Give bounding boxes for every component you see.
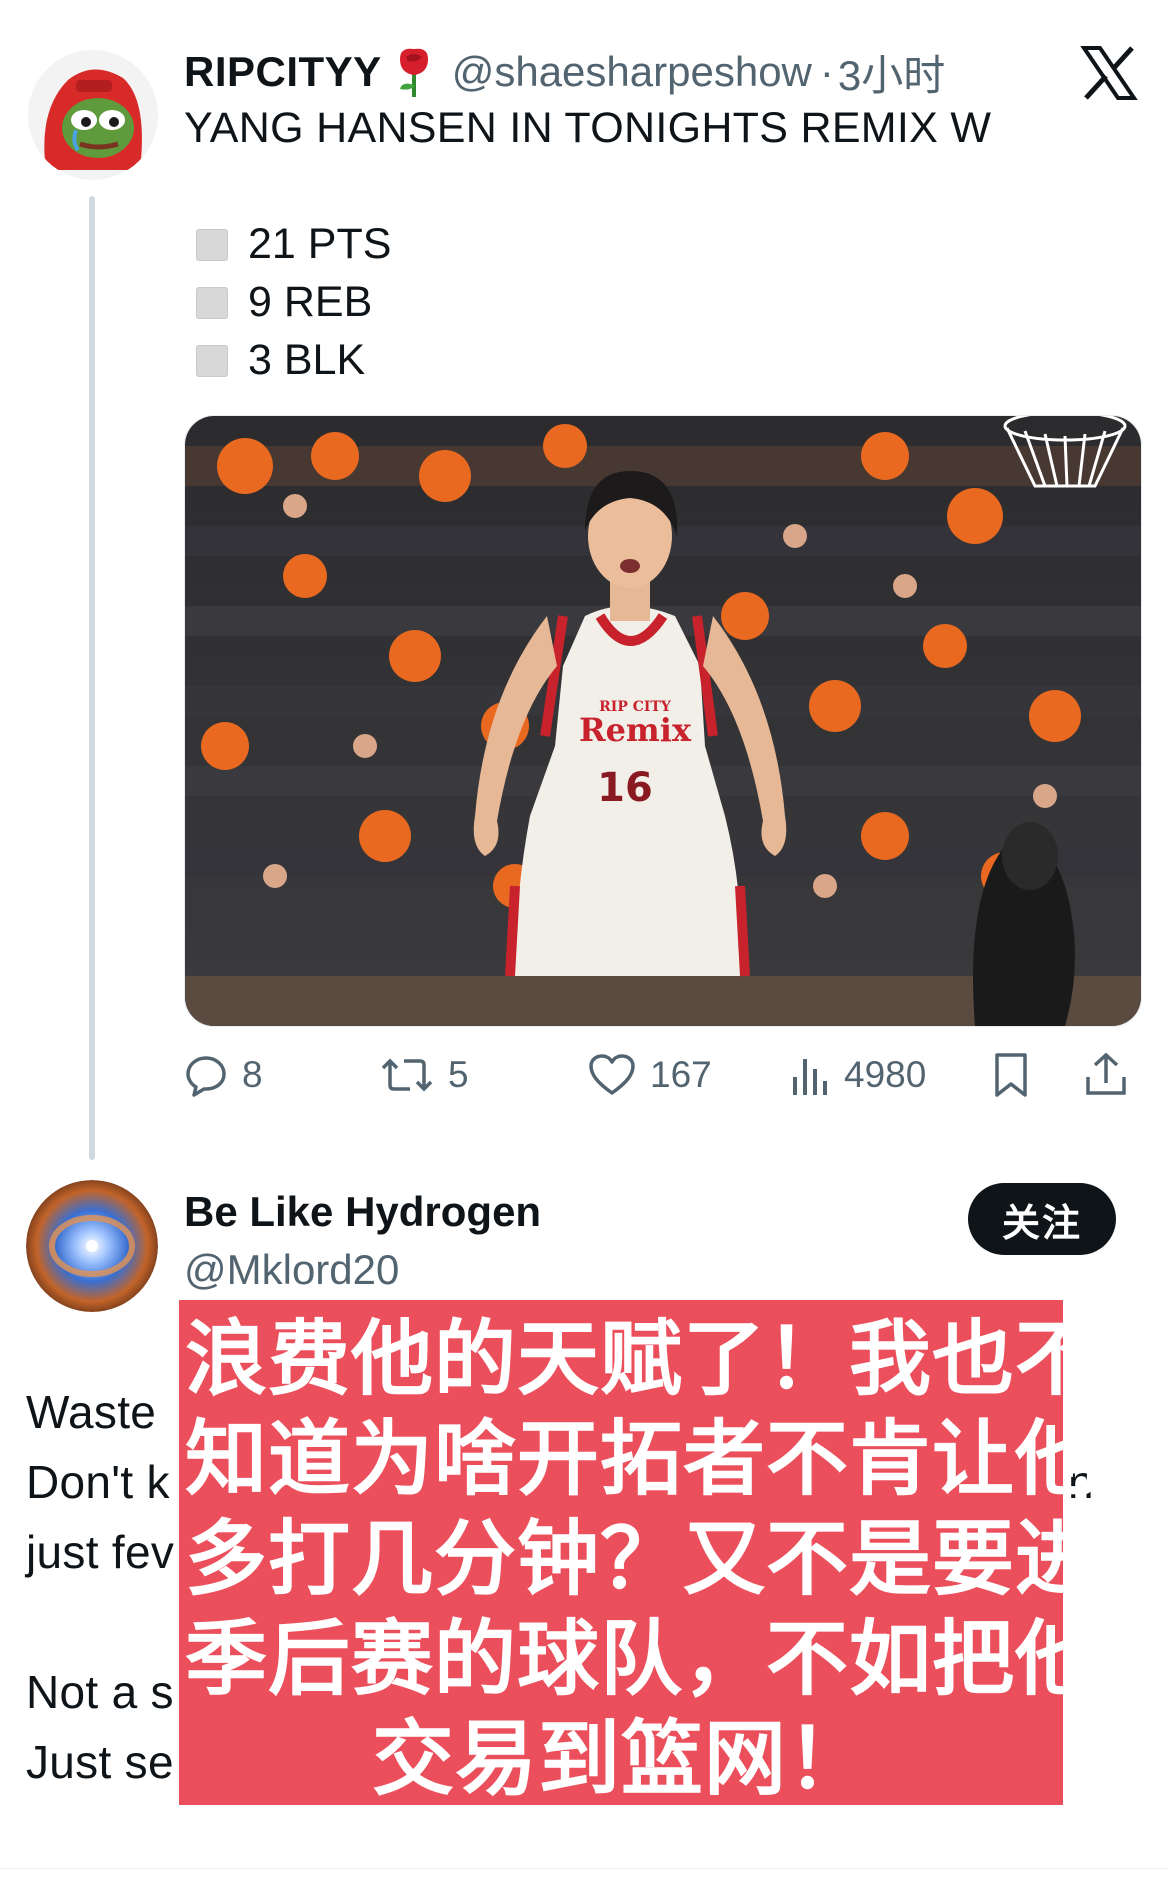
- time-separator: ·: [819, 48, 834, 95]
- bookmark-icon: [995, 1053, 1027, 1097]
- reply-count: 8: [242, 1054, 263, 1095]
- like-button[interactable]: 167: [588, 1045, 712, 1105]
- jersey-number: 16: [597, 765, 653, 811]
- caption-line: 交易到篮网！: [371, 1712, 870, 1807]
- reply-text-line: Just se: [26, 1736, 174, 1788]
- reply-text-line: Don't k: [26, 1456, 170, 1508]
- tweet1-header: RIPCITYY @shaesharpeshow · 3小时: [184, 42, 945, 102]
- share-button[interactable]: [1084, 1045, 1142, 1105]
- nebula-avatar-icon: [26, 1180, 158, 1312]
- caption-line: 浪费他的天赋了！我也不: [185, 1312, 1099, 1407]
- follow-button[interactable]: 关注: [968, 1183, 1116, 1255]
- tweet-text: YANG HANSEN IN TONIGHTS REMIX W: [184, 104, 992, 152]
- pepe-avatar-icon: [28, 50, 158, 180]
- rose-emoji-icon: [390, 45, 438, 99]
- caption-line: 多打几分钟？又不是要进: [185, 1512, 1099, 1607]
- checkbox-emoji-icon: [196, 286, 228, 319]
- basketball-player-photo: RIP CITY Remix 16: [185, 416, 1141, 1026]
- repost-count: 5: [448, 1054, 469, 1095]
- bookmark-button[interactable]: [992, 1045, 1044, 1105]
- view-count: 4980: [844, 1054, 927, 1095]
- thread-connector: [89, 196, 95, 1160]
- reply-author-avatar[interactable]: [26, 1180, 158, 1312]
- stat-text: 9 REB: [248, 278, 373, 326]
- post-time[interactable]: 3小时: [838, 42, 945, 103]
- views-icon: [793, 1059, 827, 1095]
- reply-button[interactable]: 8: [184, 1045, 263, 1105]
- stat-line: 3 BLK: [196, 336, 365, 385]
- reply-icon: [186, 1056, 226, 1097]
- checkbox-emoji-icon: [196, 344, 228, 377]
- stat-text: 3 BLK: [248, 336, 366, 384]
- like-icon: [589, 1054, 635, 1095]
- tweet-photo[interactable]: RIP CITY Remix 16: [184, 415, 1142, 1027]
- reply-text-line: just fev: [26, 1526, 175, 1578]
- stat-line: 9 REB: [196, 278, 372, 327]
- stat-text: 21 PTS: [248, 220, 392, 268]
- like-count: 167: [650, 1054, 712, 1095]
- checkbox-emoji-icon: [196, 228, 228, 261]
- stat-line: 21 PTS: [196, 220, 391, 269]
- author-handle[interactable]: @shaesharpeshow: [452, 48, 812, 96]
- share-icon: [1086, 1052, 1126, 1095]
- reply-text-line: Not a s: [26, 1666, 174, 1718]
- reply-author-name[interactable]: Be Like Hydrogen: [184, 1188, 541, 1236]
- author-name[interactable]: RIPCITYY: [184, 48, 382, 96]
- x-logo-icon: [1080, 44, 1138, 102]
- reply-text-line: Waste: [26, 1386, 157, 1438]
- caption-line: 季后赛的球队，不如把他: [185, 1612, 1099, 1707]
- divider: [0, 1868, 1170, 1869]
- views-button[interactable]: 4980: [790, 1045, 926, 1105]
- repost-icon: [381, 1058, 433, 1092]
- repost-button[interactable]: 5: [380, 1045, 469, 1105]
- reply-author-handle[interactable]: @Mklord20: [184, 1246, 399, 1294]
- author-avatar[interactable]: [28, 50, 158, 180]
- caption-overlay: 浪费他的天赋了！我也不 知道为啥开拓者不肯让他 多打几分钟？又不是要进 季后赛的…: [179, 1300, 1099, 1807]
- caption-line: 知道为啥开拓者不肯让他: [185, 1412, 1099, 1507]
- jersey-text: Remix: [579, 711, 692, 749]
